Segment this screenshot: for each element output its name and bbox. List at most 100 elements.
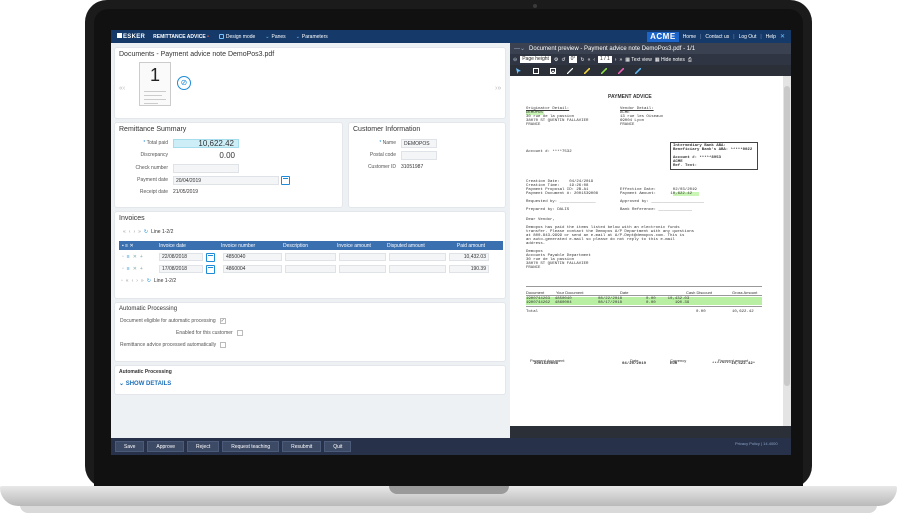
document-thumbnail[interactable]: 1 bbox=[139, 62, 171, 106]
prev-page-icon[interactable]: ‹ bbox=[132, 278, 134, 284]
highlighter-yellow-icon[interactable] bbox=[584, 67, 590, 74]
laptop-shadow bbox=[20, 505, 877, 513]
refresh-icon[interactable]: ↻ bbox=[144, 229, 148, 235]
check-number-field[interactable] bbox=[173, 163, 239, 173]
pen-icon[interactable] bbox=[567, 67, 573, 74]
calendar-icon[interactable] bbox=[206, 252, 215, 262]
close-icon[interactable]: ✕ bbox=[780, 33, 785, 40]
highlighter-green-icon[interactable] bbox=[601, 67, 607, 74]
link-help[interactable]: Help bbox=[766, 34, 776, 40]
check-all-icon[interactable]: ▫ bbox=[121, 278, 123, 284]
discrepancy-value: 0.00 bbox=[219, 150, 235, 160]
table-row[interactable]: ▫ ≡ ✕ + 22/08/2018 4850040 10,432.03 bbox=[119, 252, 503, 262]
text-view-toggle[interactable]: ▦ Text view bbox=[625, 57, 652, 63]
invoices-table-header: ▪ ≡ ✕ Invoice date Invoice number Descri… bbox=[119, 241, 503, 250]
prev-doc-icon[interactable]: «‹ bbox=[119, 85, 125, 92]
calendar-icon[interactable] bbox=[206, 264, 215, 274]
first-page-icon[interactable]: « bbox=[123, 229, 126, 235]
form-pane: Documents - Payment advice note DemoPos3… bbox=[111, 43, 510, 430]
image-icon[interactable] bbox=[550, 67, 556, 74]
table-row[interactable]: ▫ ≡ ✕ + 17/08/2018 4860004 190.39 bbox=[119, 264, 503, 274]
first-page-icon[interactable]: « bbox=[588, 57, 591, 63]
row-add-icon[interactable]: + bbox=[140, 254, 143, 260]
postal-code-row: Postal code bbox=[353, 150, 503, 160]
row-check-icon[interactable]: ▫ bbox=[122, 254, 124, 260]
preview-scrollbar[interactable] bbox=[783, 76, 791, 426]
note-icon[interactable] bbox=[533, 67, 539, 74]
annotation-tools bbox=[510, 65, 791, 76]
postal-code-field[interactable] bbox=[401, 150, 437, 160]
attachment-icon[interactable]: ⊘ bbox=[177, 76, 191, 90]
app-title: REMITTANCE ADVICE • bbox=[153, 33, 209, 40]
row-delete-icon[interactable]: ✕ bbox=[133, 254, 137, 260]
enabled-checkbox[interactable] bbox=[236, 330, 243, 336]
documents-title: Documents - Payment advice note DemoPos3… bbox=[119, 51, 275, 58]
privacy-link[interactable]: Privacy Policy | 14.4000 bbox=[735, 441, 778, 446]
pdf-page: PAYMENT ADVICE Originator Detail: DEMOPO… bbox=[510, 76, 783, 426]
customer-name-field[interactable]: DEMOPOS bbox=[401, 138, 437, 148]
link-home[interactable]: Home bbox=[683, 34, 696, 40]
document-preview-pane: —⌄ Document preview - Payment advice not… bbox=[510, 43, 791, 438]
preview-title-bar: —⌄ Document preview - Payment advice not… bbox=[510, 43, 791, 54]
next-doc-icon[interactable]: ›» bbox=[495, 85, 501, 92]
row-check-icon[interactable]: ▫ bbox=[122, 266, 124, 272]
last-page-icon[interactable]: » bbox=[141, 278, 144, 284]
approve-button[interactable]: Approve bbox=[147, 441, 185, 452]
hide-notes-toggle[interactable]: ▦ Hide notes bbox=[655, 57, 685, 63]
eligible-checkbox[interactable]: ✓ bbox=[219, 318, 226, 324]
next-page-icon[interactable]: › bbox=[133, 229, 135, 235]
refresh-icon[interactable]: ↻ bbox=[147, 278, 151, 284]
total-paid-field[interactable]: 10,622.42 bbox=[173, 138, 239, 148]
payment-date-field[interactable]: 20/04/2019 bbox=[173, 175, 279, 185]
eligible-row: Document eligible for automatic processi… bbox=[120, 318, 226, 324]
row-delete-icon[interactable]: ✕ bbox=[133, 266, 137, 272]
last-page-icon[interactable]: » bbox=[138, 229, 141, 235]
row-add-icon[interactable]: + bbox=[140, 266, 143, 272]
total-paid-row: Total paid 10,622.42 bbox=[119, 138, 339, 148]
menu-panes[interactable]: ⌄ Panes bbox=[265, 34, 285, 40]
rotate-left-icon[interactable]: ↺ bbox=[561, 57, 565, 63]
top-bar: ESKER REMITTANCE ADVICE • Design mode ⌄ P… bbox=[111, 30, 791, 43]
resubmit-button[interactable]: Resubmit bbox=[282, 441, 322, 452]
automatic2-title: Automatic Processing bbox=[119, 369, 172, 375]
save-button[interactable]: Save bbox=[115, 441, 145, 452]
link-logout[interactable]: Log Out bbox=[739, 34, 757, 40]
customer-information-card: Customer Information Name DEMOPOS Postal… bbox=[348, 122, 506, 208]
rotation-select[interactable]: 0° bbox=[568, 56, 578, 63]
link-contact[interactable]: Contact us bbox=[705, 34, 729, 40]
reject-button[interactable]: Reject bbox=[187, 441, 220, 452]
rotate-right-icon[interactable]: ↻ bbox=[580, 57, 584, 63]
row-menu-icon[interactable]: ≡ bbox=[127, 266, 130, 272]
automatic-processing-card: Automatic Processing Document eligible f… bbox=[114, 302, 506, 362]
row-menu-icon[interactable]: ≡ bbox=[127, 254, 130, 260]
esker-logo: ESKER bbox=[117, 33, 145, 40]
prev-page-icon[interactable]: ‹ bbox=[129, 229, 131, 235]
menu-design-mode[interactable]: Design mode bbox=[218, 34, 255, 40]
laptop-notch bbox=[389, 486, 509, 494]
invoices-title: Invoices bbox=[119, 215, 145, 222]
invoices-card: Invoices «‹ ›» ↻ Line 1-2/2 ▪ ≡ ✕ Invoice… bbox=[114, 211, 506, 299]
highlighter-pink-icon[interactable] bbox=[618, 67, 624, 74]
collapse-icon[interactable]: —⌄ bbox=[514, 45, 525, 52]
page-mode-select[interactable]: Page height bbox=[520, 56, 551, 63]
menu-parameters[interactable]: ⌄ Parameters bbox=[296, 34, 328, 40]
print-icon[interactable]: ⎙ bbox=[688, 57, 692, 63]
quit-button[interactable]: Quit bbox=[324, 441, 352, 452]
zoom-icon[interactable]: ⚙ bbox=[554, 57, 558, 63]
highlighter-blue-icon[interactable] bbox=[635, 67, 641, 74]
calendar-icon[interactable] bbox=[281, 175, 290, 185]
fit-icon[interactable]: ⊖ bbox=[513, 57, 517, 63]
automatic-processing-details-card: Automatic Processing ⌄ SHOW DETAILS bbox=[114, 365, 506, 395]
request-teaching-button[interactable]: Request teaching bbox=[222, 441, 280, 452]
prev-page-icon[interactable]: ‹ bbox=[593, 57, 595, 63]
processed-checkbox[interactable] bbox=[220, 342, 227, 348]
page-counter[interactable]: 1 / 1 bbox=[598, 56, 612, 63]
preview-toolbar: ⊖ Page height ⚙ ↺ 0° ↻ «‹ 1 / 1 ›» ▦ Tex… bbox=[510, 54, 791, 65]
first-page-icon[interactable]: « bbox=[126, 278, 129, 284]
next-page-icon[interactable]: › bbox=[615, 57, 617, 63]
next-page-icon[interactable]: › bbox=[136, 278, 138, 284]
last-page-icon[interactable]: » bbox=[619, 57, 622, 63]
pointer-icon[interactable] bbox=[516, 67, 522, 74]
customer-id-value: 31051987 bbox=[401, 164, 424, 170]
show-details-button[interactable]: ⌄ SHOW DETAILS bbox=[119, 380, 171, 387]
